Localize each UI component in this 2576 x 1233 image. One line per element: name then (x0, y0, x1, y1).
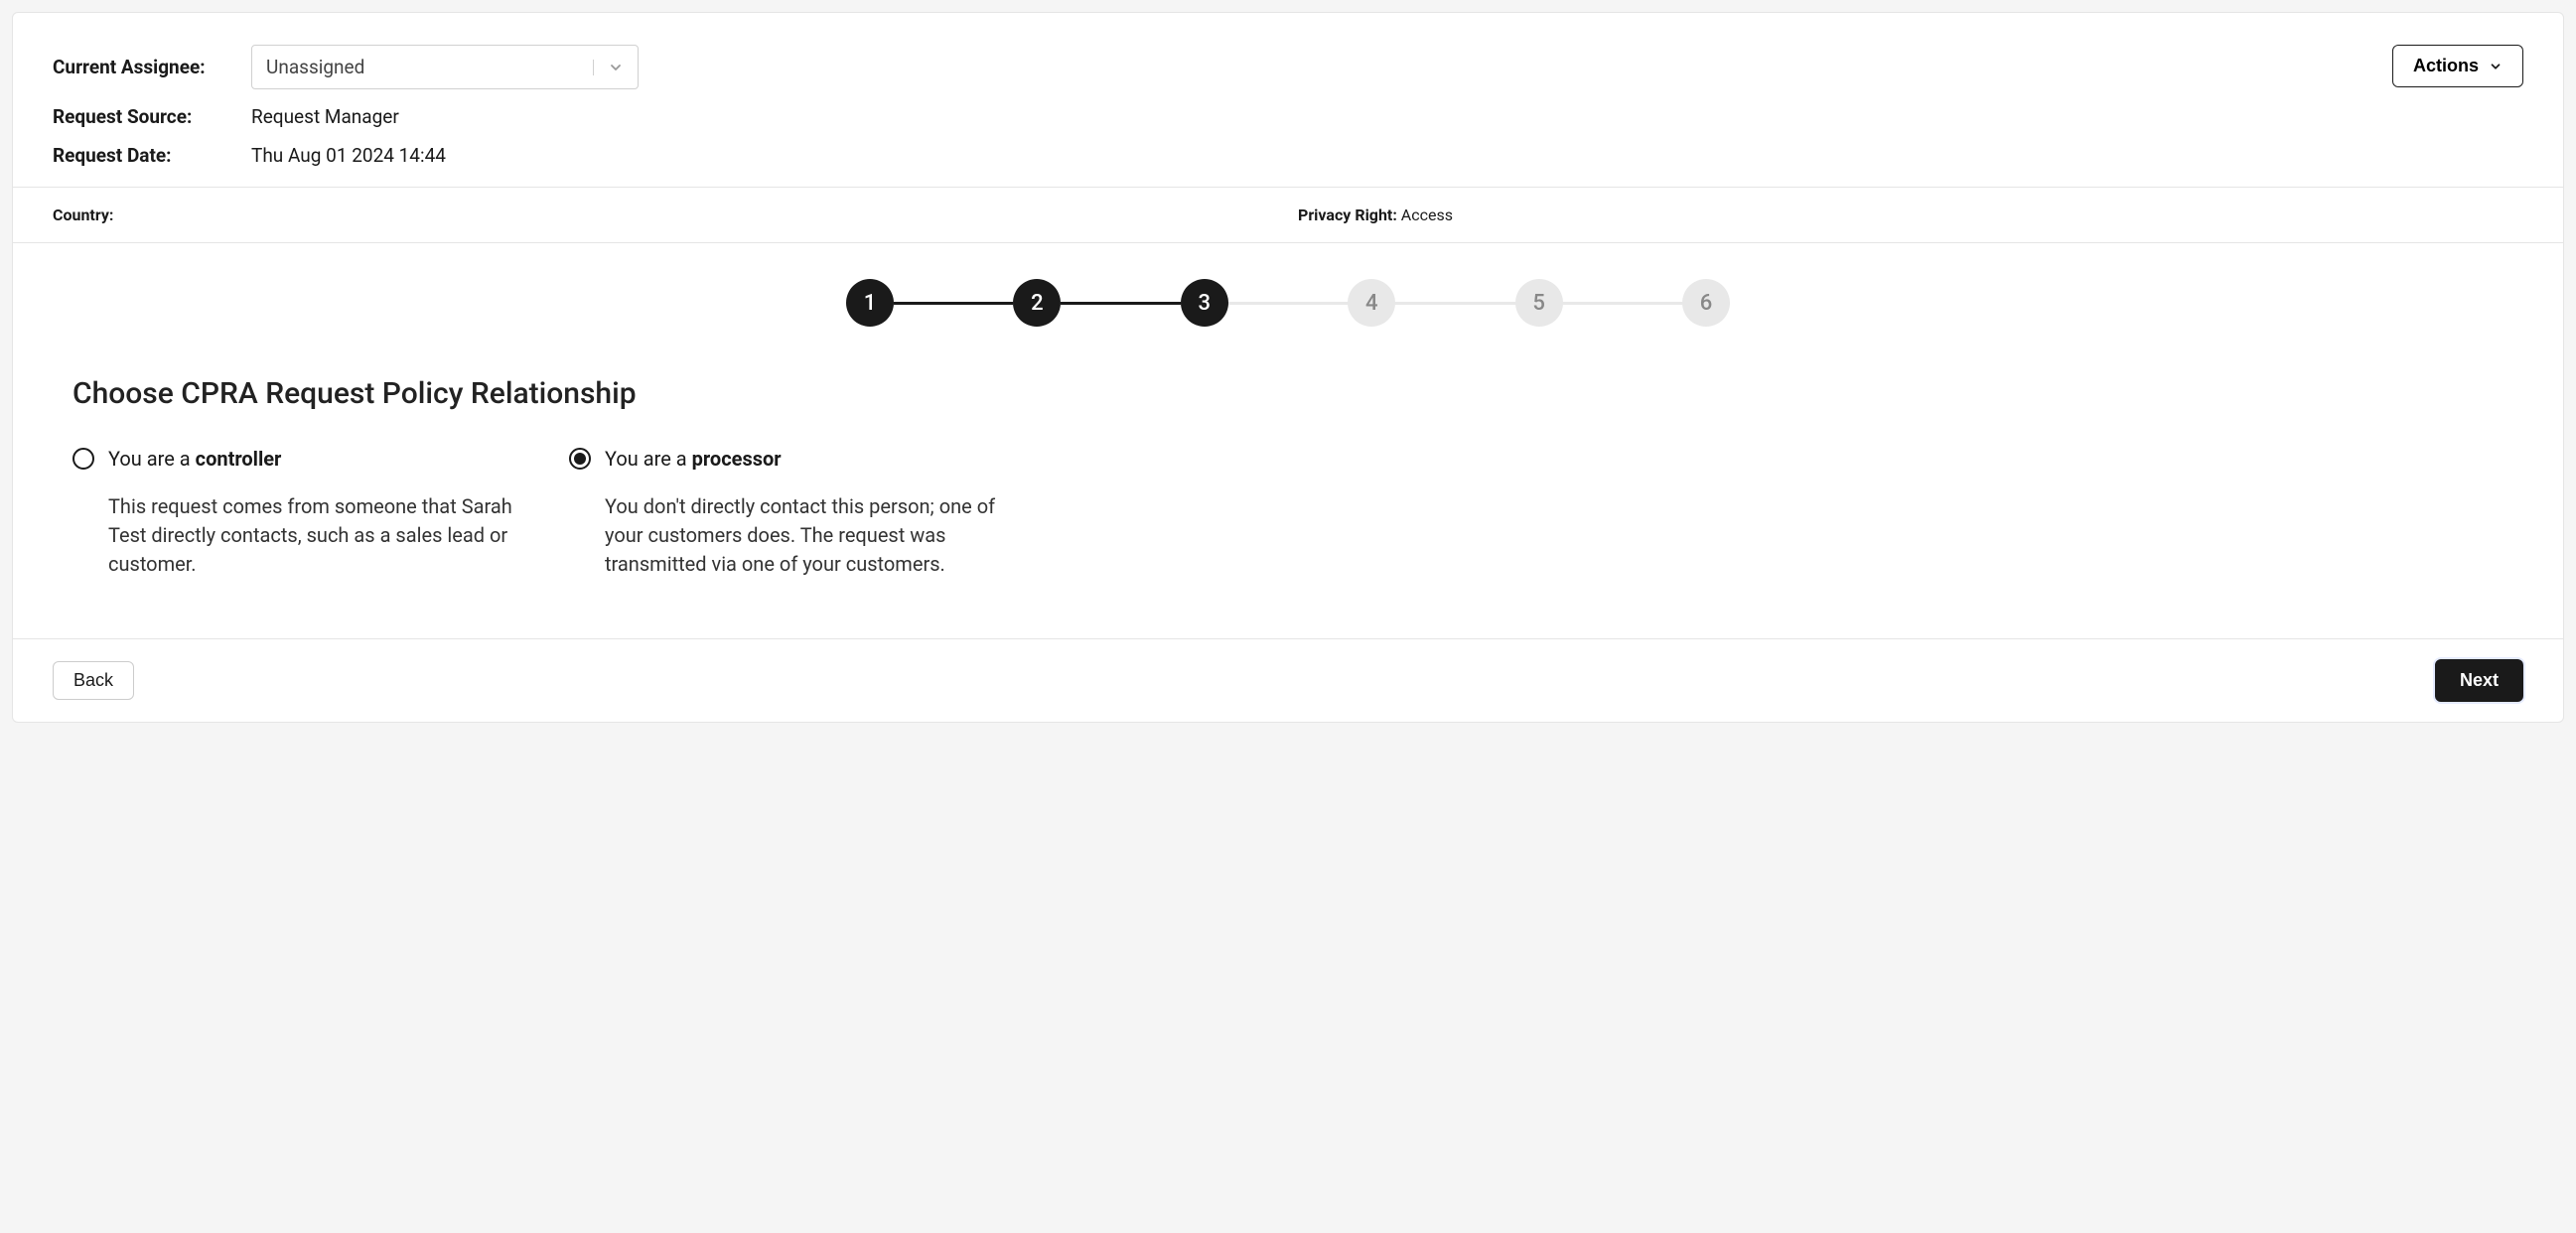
option-header[interactable]: You are a processor (569, 447, 1026, 471)
step-circle: 2 (1013, 279, 1061, 327)
step-line (1061, 302, 1180, 305)
footer: Back Next (13, 638, 2563, 722)
option-title-bold: controller (196, 447, 282, 471)
step-circle: 5 (1515, 279, 1563, 327)
date-row: Request Date: Thu Aug 01 2024 14:44 (53, 144, 639, 167)
country-field: Country: (53, 206, 1278, 224)
meta-row: Country: Privacy Right: Access (13, 187, 2563, 243)
assignee-row: Current Assignee: Unassigned (53, 45, 639, 89)
date-label: Request Date: (53, 144, 251, 167)
stepper-inner: 1 2 3 4 5 6 (846, 279, 1730, 327)
next-button[interactable]: Next (2435, 659, 2523, 702)
step-line (1395, 302, 1514, 305)
step-circle: 6 (1682, 279, 1730, 327)
step-6[interactable]: 6 (1682, 279, 1730, 327)
option-title: You are a processor (605, 447, 782, 471)
radio-button[interactable] (72, 448, 94, 470)
step-circle: 4 (1348, 279, 1395, 327)
step-4[interactable]: 4 (1348, 279, 1395, 327)
source-value: Request Manager (251, 105, 399, 128)
country-label: Country: (53, 206, 113, 224)
step-line (1563, 302, 1682, 305)
option-title-bold: processor (692, 447, 782, 471)
source-label: Request Source: (53, 105, 251, 128)
main-heading: Choose CPRA Request Policy Relationship (72, 376, 2504, 411)
privacy-right-label: Privacy Right: (1298, 206, 1397, 224)
option-header[interactable]: You are a controller (72, 447, 529, 471)
privacy-right-value: Access (1401, 206, 1453, 224)
assignee-select-wrap: Unassigned (251, 45, 639, 89)
step-5[interactable]: 5 (1515, 279, 1563, 327)
option-desc: You don't directly contact this person; … (569, 492, 1026, 579)
step-line (1228, 302, 1348, 305)
step-circle: 3 (1181, 279, 1228, 327)
actions-button[interactable]: Actions (2392, 45, 2523, 87)
option-title: You are a controller (108, 447, 281, 471)
stepper: 1 2 3 4 5 6 (72, 279, 2504, 327)
step-circle: 1 (846, 279, 894, 327)
step-2[interactable]: 2 (1013, 279, 1061, 327)
assignee-label: Current Assignee: (53, 56, 251, 78)
assignee-select[interactable]: Unassigned (251, 45, 639, 89)
options-row: You are a controller This request comes f… (72, 447, 2504, 579)
step-line (894, 302, 1013, 305)
date-value: Thu Aug 01 2024 14:44 (251, 144, 446, 167)
option-1: You are a processor You don't directly co… (569, 447, 1026, 579)
radio-inner-icon (574, 453, 586, 465)
radio-button[interactable] (569, 448, 591, 470)
step-3[interactable]: 3 (1181, 279, 1228, 327)
option-title-prefix: You are a (108, 447, 196, 471)
option-0: You are a controller This request comes f… (72, 447, 529, 579)
actions-label: Actions (2413, 56, 2479, 76)
source-row: Request Source: Request Manager (53, 105, 639, 128)
request-card: Current Assignee: Unassigned Request Sou… (12, 12, 2564, 723)
body-section: 1 2 3 4 5 6 Choose CPRA Request Policy Relati… (13, 243, 2563, 638)
info-grid: Current Assignee: Unassigned Request Sou… (53, 45, 639, 167)
header-info: Current Assignee: Unassigned Request Sou… (13, 13, 2563, 187)
chevron-down-icon (2489, 60, 2503, 73)
assignee-select-value: Unassigned (266, 56, 364, 78)
chevron-down-icon (593, 60, 624, 75)
option-desc: This request comes from someone that Sar… (72, 492, 529, 579)
back-button[interactable]: Back (53, 661, 134, 700)
privacy-right-field: Privacy Right: Access (1278, 206, 2523, 224)
step-1[interactable]: 1 (846, 279, 894, 327)
option-title-prefix: You are a (605, 447, 692, 471)
